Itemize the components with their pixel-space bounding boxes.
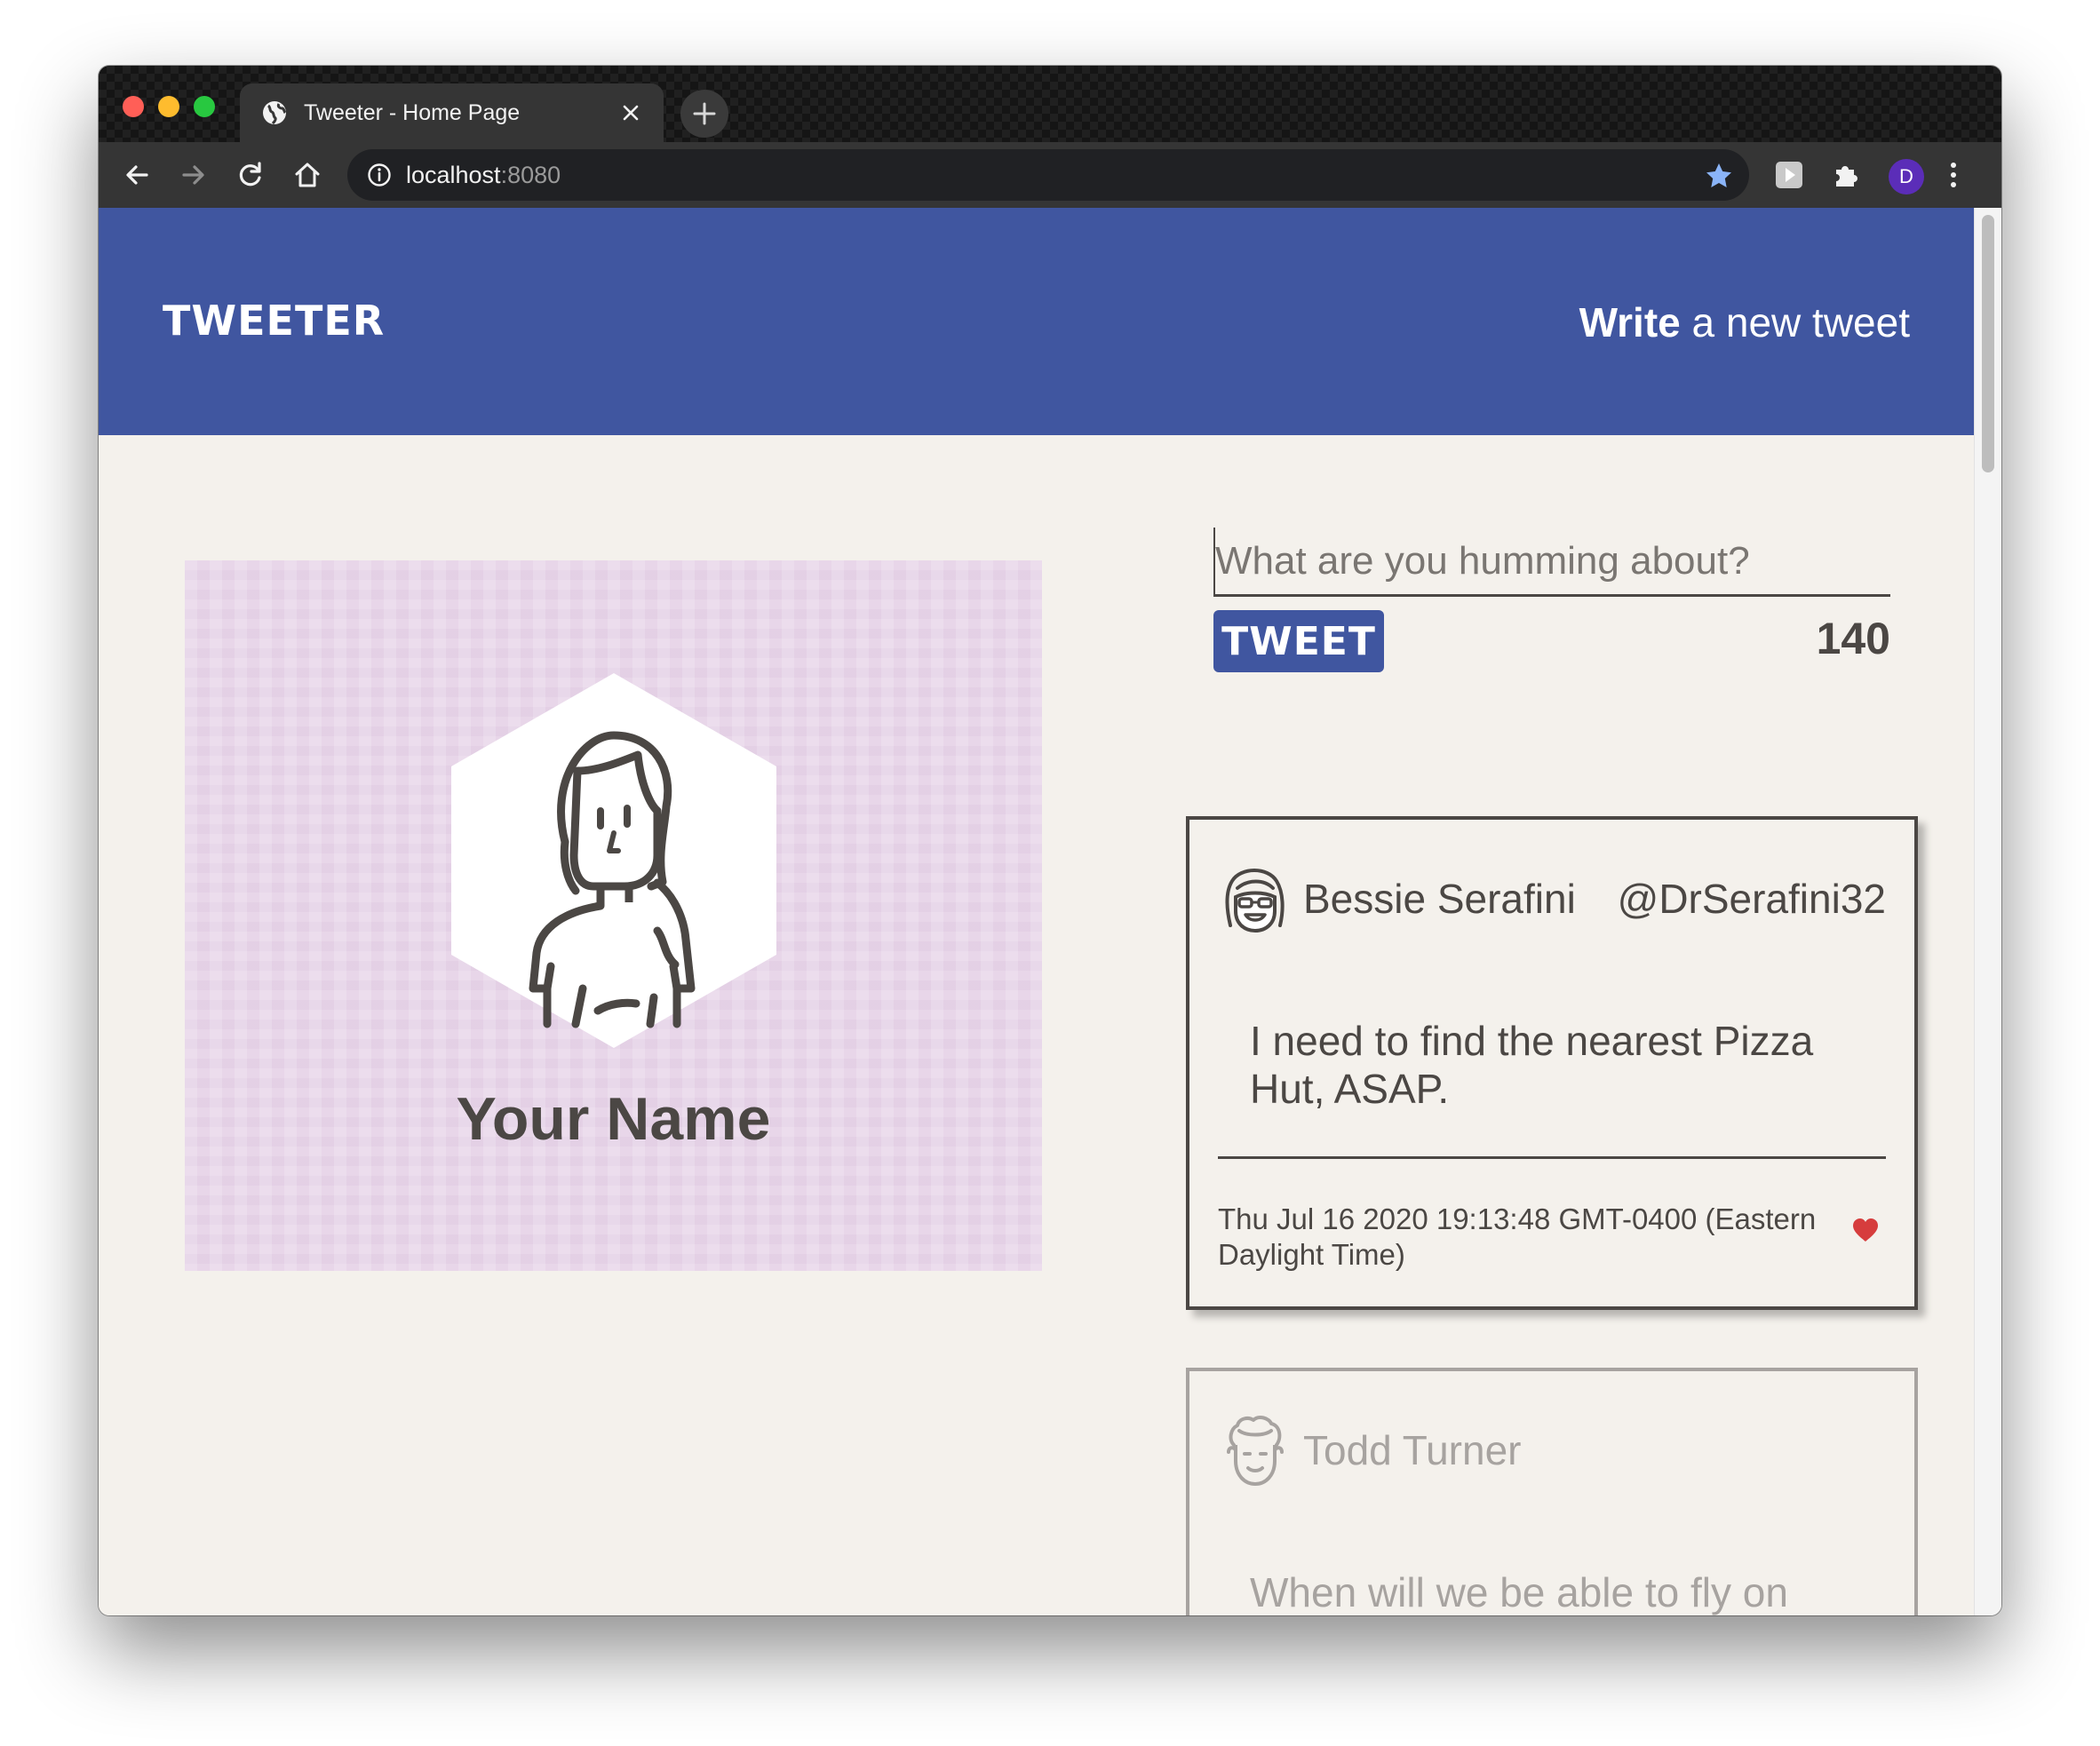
extensions-puzzle-icon[interactable] — [1830, 159, 1862, 191]
compose-rest-label: a new tweet — [1680, 299, 1911, 345]
browser-toolbar: localhost:8080 D — [99, 142, 2001, 208]
heart-icon[interactable] — [1852, 1218, 1879, 1242]
address-bar[interactable]: localhost:8080 — [347, 149, 1749, 201]
tab-strip: Tweeter - Home Page — [99, 66, 2001, 142]
tweet-handle: @DrSerafini32 — [1617, 876, 1886, 922]
close-tab-icon[interactable] — [619, 101, 642, 124]
page-viewport: TWEETER Write a new tweet Your Name What… — [99, 208, 1974, 1615]
new-tab-button[interactable] — [680, 90, 728, 138]
profile-avatar[interactable]: D — [1889, 159, 1924, 194]
site-logo[interactable]: TWEETER — [163, 297, 385, 345]
forward-arrow-icon[interactable] — [179, 160, 209, 190]
plus-icon — [693, 102, 716, 125]
tweet-author: Bessie Serafini — [1303, 876, 1576, 922]
maximize-window-button[interactable] — [194, 96, 215, 117]
media-extension-icon[interactable] — [1773, 159, 1805, 191]
tweet-submit-button[interactable]: TWEET — [1213, 610, 1384, 672]
tweet-card: Bessie Serafini @DrSerafini32 I need to … — [1186, 816, 1918, 1310]
new-tweet-form: TWEET 140 — [1213, 528, 1890, 672]
tweet-body: When will we be able to fly on planes ag… — [1250, 1569, 1788, 1615]
minimize-window-button[interactable] — [158, 96, 179, 117]
globe-icon — [263, 101, 287, 125]
close-window-button[interactable] — [123, 96, 144, 117]
todd-avatar-icon — [1227, 1416, 1284, 1487]
tweet-timestamp: Thu Jul 16 2020 19:13:48 GMT-0400 (Easte… — [1218, 1202, 1817, 1271]
scrollbar-thumb[interactable] — [1982, 215, 1994, 472]
tweet-divider — [1218, 1156, 1886, 1159]
home-icon[interactable] — [292, 160, 322, 190]
compose-bold-label: Write — [1579, 299, 1681, 345]
user-avatar-icon — [451, 673, 776, 1048]
tweet-author: Todd Turner — [1303, 1427, 1522, 1473]
page-scrollbar[interactable] — [1974, 208, 2001, 1615]
url-host: localhost — [406, 161, 501, 188]
bookmark-star-icon[interactable] — [1705, 162, 1733, 190]
reload-icon[interactable] — [235, 160, 266, 190]
menu-kebab-icon[interactable] — [1945, 160, 1962, 190]
bessie-avatar-icon — [1225, 869, 1285, 933]
profile-name: Your Name — [456, 1085, 771, 1153]
profile-card: Your Name — [185, 560, 1042, 1271]
site-header: TWEETER Write a new tweet — [99, 208, 1974, 435]
site-info-icon[interactable] — [367, 163, 392, 187]
url-port: :8080 — [500, 161, 561, 188]
browser-window: Tweeter - Home Page localhost:8080 D TW… — [99, 66, 2001, 1615]
back-arrow-icon[interactable] — [122, 160, 152, 190]
browser-tab[interactable]: Tweeter - Home Page — [240, 83, 664, 142]
tweet-card: Todd Turner When will we be able to fly … — [1186, 1368, 1918, 1615]
write-new-tweet-link[interactable]: Write a new tweet — [1579, 298, 1910, 346]
character-counter: 140 — [1816, 614, 1890, 663]
tweet-body: I need to find the nearest Pizza Hut, AS… — [1250, 1018, 1814, 1112]
tab-title: Tweeter - Home Page — [304, 99, 521, 125]
tweet-text-input[interactable] — [1213, 528, 1890, 597]
